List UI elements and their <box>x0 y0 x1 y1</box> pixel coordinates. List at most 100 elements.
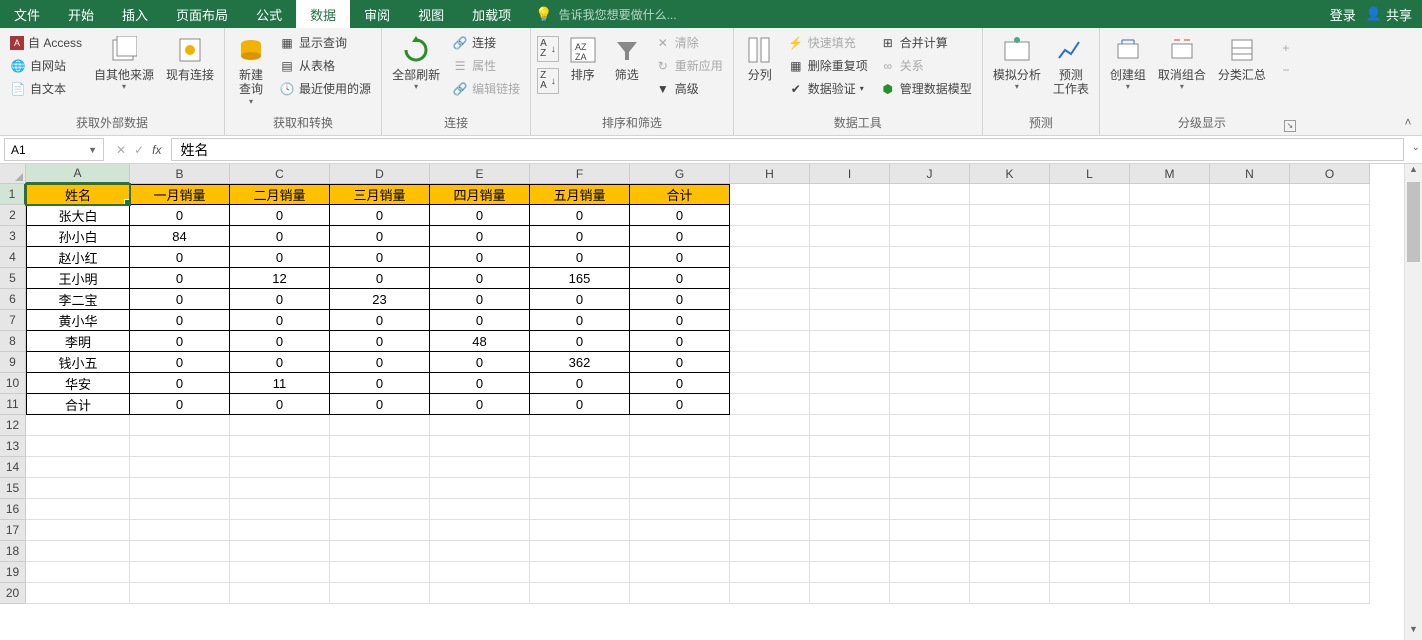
cell-M20[interactable] <box>1130 583 1210 604</box>
cell-D19[interactable] <box>330 562 430 583</box>
formula-input[interactable]: 姓名 <box>171 138 1404 161</box>
tell-me-search[interactable]: 💡 告诉我您想要做什么... <box>535 0 676 28</box>
from-access-button[interactable]: A自 Access <box>6 32 86 53</box>
column-header-A[interactable]: A <box>26 164 130 184</box>
cell-I2[interactable] <box>810 205 890 226</box>
cell-A14[interactable] <box>26 457 130 478</box>
cell-J11[interactable] <box>890 394 970 415</box>
cell-C18[interactable] <box>230 541 330 562</box>
cell-C1[interactable]: 二月销量 <box>230 184 330 205</box>
cell-A5[interactable]: 王小明 <box>26 268 130 289</box>
cell-E18[interactable] <box>430 541 530 562</box>
cell-N8[interactable] <box>1210 331 1290 352</box>
cell-F19[interactable] <box>530 562 630 583</box>
cell-H17[interactable] <box>730 520 810 541</box>
cell-D7[interactable]: 0 <box>330 310 430 331</box>
cell-C14[interactable] <box>230 457 330 478</box>
row-header-18[interactable]: 18 <box>0 541 26 562</box>
cell-N4[interactable] <box>1210 247 1290 268</box>
cell-K17[interactable] <box>970 520 1050 541</box>
cell-F5[interactable]: 165 <box>530 268 630 289</box>
cell-C17[interactable] <box>230 520 330 541</box>
row-header-8[interactable]: 8 <box>0 331 26 352</box>
cell-F15[interactable] <box>530 478 630 499</box>
data-validation-button[interactable]: ✔数据验证 ▾ <box>784 78 872 99</box>
column-header-B[interactable]: B <box>130 164 230 184</box>
cell-E11[interactable]: 0 <box>430 394 530 415</box>
row-header-20[interactable]: 20 <box>0 583 26 604</box>
cell-M3[interactable] <box>1130 226 1210 247</box>
from-text-button[interactable]: 📄自文本 <box>6 78 86 99</box>
cell-I20[interactable] <box>810 583 890 604</box>
cell-J10[interactable] <box>890 373 970 394</box>
cell-I4[interactable] <box>810 247 890 268</box>
cell-L13[interactable] <box>1050 436 1130 457</box>
cell-G7[interactable]: 0 <box>630 310 730 331</box>
column-header-K[interactable]: K <box>970 164 1050 184</box>
cell-N13[interactable] <box>1210 436 1290 457</box>
cell-L14[interactable] <box>1050 457 1130 478</box>
new-query-button[interactable]: 新建 查询▾ <box>231 32 271 108</box>
cell-K11[interactable] <box>970 394 1050 415</box>
cell-I17[interactable] <box>810 520 890 541</box>
cell-K10[interactable] <box>970 373 1050 394</box>
cell-K6[interactable] <box>970 289 1050 310</box>
column-header-G[interactable]: G <box>630 164 730 184</box>
menu-tab-数据[interactable]: 数据 <box>296 0 350 28</box>
cell-F11[interactable]: 0 <box>530 394 630 415</box>
cell-E1[interactable]: 四月销量 <box>430 184 530 205</box>
cell-N17[interactable] <box>1210 520 1290 541</box>
cell-A6[interactable]: 李二宝 <box>26 289 130 310</box>
cell-B1[interactable]: 一月销量 <box>130 184 230 205</box>
cell-L2[interactable] <box>1050 205 1130 226</box>
cell-A11[interactable]: 合计 <box>26 394 130 415</box>
cell-E7[interactable]: 0 <box>430 310 530 331</box>
cell-D17[interactable] <box>330 520 430 541</box>
cell-A13[interactable] <box>26 436 130 457</box>
cell-L16[interactable] <box>1050 499 1130 520</box>
cell-B17[interactable] <box>130 520 230 541</box>
cell-A18[interactable] <box>26 541 130 562</box>
cell-I6[interactable] <box>810 289 890 310</box>
row-header-13[interactable]: 13 <box>0 436 26 457</box>
sort-asc-button[interactable]: AZ↓ <box>537 36 559 62</box>
cell-H6[interactable] <box>730 289 810 310</box>
cell-O14[interactable] <box>1290 457 1370 478</box>
cell-O17[interactable] <box>1290 520 1370 541</box>
cell-G15[interactable] <box>630 478 730 499</box>
cell-G20[interactable] <box>630 583 730 604</box>
cell-M4[interactable] <box>1130 247 1210 268</box>
cell-N10[interactable] <box>1210 373 1290 394</box>
cell-O5[interactable] <box>1290 268 1370 289</box>
cell-C7[interactable]: 0 <box>230 310 330 331</box>
cell-K19[interactable] <box>970 562 1050 583</box>
vertical-scrollbar[interactable]: ▲ ▼ <box>1404 164 1422 640</box>
cell-H4[interactable] <box>730 247 810 268</box>
row-header-7[interactable]: 7 <box>0 310 26 331</box>
cell-E5[interactable]: 0 <box>430 268 530 289</box>
cell-N15[interactable] <box>1210 478 1290 499</box>
cell-N1[interactable] <box>1210 184 1290 205</box>
cell-E2[interactable]: 0 <box>430 205 530 226</box>
cell-I18[interactable] <box>810 541 890 562</box>
cell-B16[interactable] <box>130 499 230 520</box>
cell-B5[interactable]: 0 <box>130 268 230 289</box>
scroll-down-button[interactable]: ▼ <box>1405 624 1422 640</box>
forecast-sheet-button[interactable]: 预测 工作表 <box>1049 32 1093 99</box>
cell-I3[interactable] <box>810 226 890 247</box>
cell-D20[interactable] <box>330 583 430 604</box>
cell-M18[interactable] <box>1130 541 1210 562</box>
row-header-17[interactable]: 17 <box>0 520 26 541</box>
cell-E16[interactable] <box>430 499 530 520</box>
cell-D10[interactable]: 0 <box>330 373 430 394</box>
cell-I7[interactable] <box>810 310 890 331</box>
cell-A15[interactable] <box>26 478 130 499</box>
cell-I11[interactable] <box>810 394 890 415</box>
cell-B10[interactable]: 0 <box>130 373 230 394</box>
cell-D3[interactable]: 0 <box>330 226 430 247</box>
cell-M10[interactable] <box>1130 373 1210 394</box>
cell-J4[interactable] <box>890 247 970 268</box>
cell-J19[interactable] <box>890 562 970 583</box>
cell-L10[interactable] <box>1050 373 1130 394</box>
cell-H14[interactable] <box>730 457 810 478</box>
